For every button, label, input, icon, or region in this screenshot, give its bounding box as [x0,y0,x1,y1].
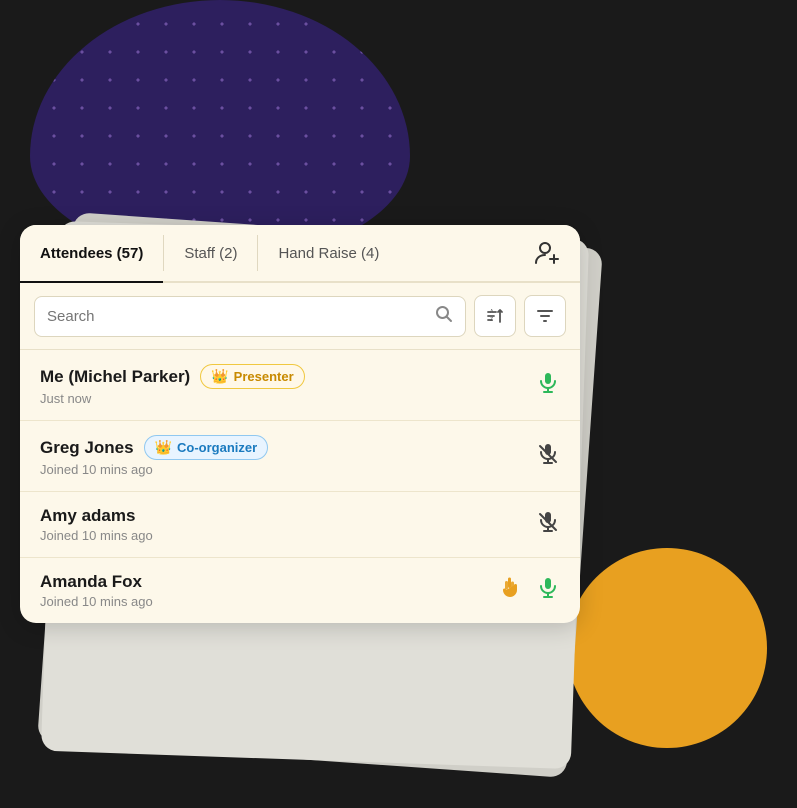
attendee-info: Greg Jones 👑 Co-organizer Joined 10 mins… [40,435,526,477]
mic-off-icon [536,510,560,539]
add-person-button[interactable] [516,225,580,281]
attendee-name: Amanda Fox [40,572,488,592]
hand-raise-icon [498,576,522,605]
add-person-icon [534,239,562,267]
attendee-time: Joined 10 mins ago [40,462,526,477]
tab-hand-raise[interactable]: Hand Raise (4) [258,225,399,281]
mic-on-icon [536,371,560,400]
crown-icon: 👑 [211,368,228,385]
tab-staff[interactable]: Staff (2) [164,225,257,281]
search-row: A Z [20,283,580,350]
attendee-info: Amy adams Joined 10 mins ago [40,506,526,543]
attendee-name: Amy adams [40,506,526,526]
search-input-wrap[interactable] [34,296,466,337]
tab-attendees[interactable]: Attendees (57) [20,225,163,281]
attendee-time: Joined 10 mins ago [40,594,488,609]
attendee-item[interactable]: Amanda Fox Joined 10 mins ago [20,558,580,623]
attendee-name: Greg Jones 👑 Co-organizer [40,435,526,460]
sort-az-icon: A Z [484,305,506,327]
attendees-panel: Attendees (57) Staff (2) Hand Raise (4) [20,225,580,623]
gold-circle [567,548,767,748]
mic-off-icon [536,442,560,471]
attendee-name: Me (Michel Parker) 👑 Presenter [40,364,526,389]
tab-bar: Attendees (57) Staff (2) Hand Raise (4) [20,225,580,283]
attendee-list: Me (Michel Parker) 👑 Presenter Just now [20,350,580,623]
coorganizer-badge: 👑 Co-organizer [144,435,269,460]
filter-icon [535,306,555,326]
crown-icon: 👑 [155,439,172,456]
attendee-time: Joined 10 mins ago [40,528,526,543]
attendee-time: Just now [40,391,526,406]
presenter-badge: 👑 Presenter [200,364,304,389]
attendee-info: Me (Michel Parker) 👑 Presenter Just now [40,364,526,406]
attendee-info: Amanda Fox Joined 10 mins ago [40,572,488,609]
filter-button[interactable] [524,295,566,337]
attendee-item[interactable]: Amy adams Joined 10 mins ago [20,492,580,558]
attendee-item[interactable]: Me (Michel Parker) 👑 Presenter Just now [20,350,580,421]
attendee-item[interactable]: Greg Jones 👑 Co-organizer Joined 10 mins… [20,421,580,492]
svg-text:Z: Z [490,317,493,323]
search-icon [435,305,453,328]
search-input[interactable] [47,308,427,325]
sort-button[interactable]: A Z [474,295,516,337]
mic-on-icon [536,576,560,605]
